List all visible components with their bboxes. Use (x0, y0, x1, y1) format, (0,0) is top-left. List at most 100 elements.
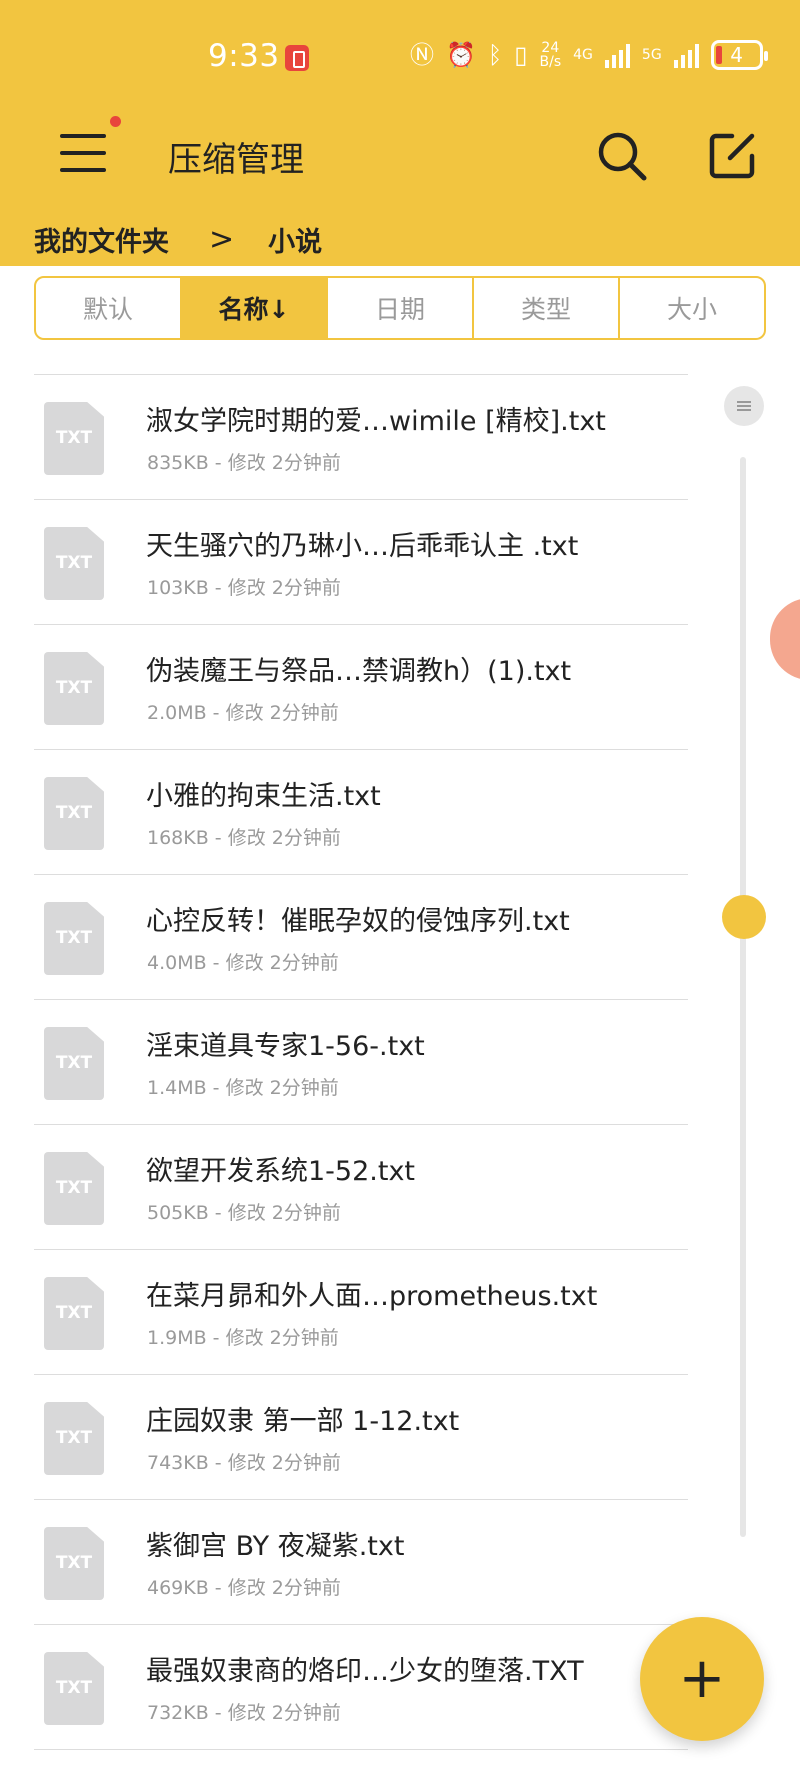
file-name: 天生骚穴的乃琳小…后乖乖认主 .txt (146, 531, 579, 562)
app-header: 9:33 Ⓝ ⏰ ᛒ ▯ 24 B/s 4G 5G 4 压缩管理 我的文件夹 >… (0, 0, 800, 266)
txt-file-icon: TXT (44, 1277, 104, 1350)
file-type-label: TXT (55, 928, 93, 948)
edit-icon (709, 133, 755, 179)
list-item[interactable]: TXT 小雅的拘束生活.txt 168KB - 修改 2分钟前 (34, 750, 688, 875)
file-meta: 469KB - 修改 2分钟前 (147, 1577, 341, 1599)
plus-icon: + (678, 1646, 726, 1711)
list-item[interactable]: TXT 欲望开发系统1-52.txt 505KB - 修改 2分钟前 (34, 1125, 688, 1250)
sort-tab-type[interactable]: 类型 (474, 278, 620, 338)
file-type-label: TXT (55, 803, 93, 823)
lines-icon (737, 405, 751, 407)
vibrate-icon: ▯ (514, 41, 528, 69)
battery-icon: 4 (710, 40, 768, 70)
file-list: TXT 淑女学院时期的爱…wimile [精校].txt 835KB - 修改 … (34, 374, 688, 1750)
file-name: 淫束道具专家1-56-.txt (146, 1031, 425, 1062)
list-item[interactable]: TXT 淫束道具专家1-56-.txt 1.4MB - 修改 2分钟前 (34, 1000, 688, 1125)
status-icons: Ⓝ ⏰ ᛒ ▯ 24 B/s 4G 5G 4 (410, 40, 768, 70)
list-item[interactable]: TXT 心控反转！催眠孕奴的侵蚀序列.txt 4.0MB - 修改 2分钟前 (34, 875, 688, 1000)
file-name: 在菜月昴和外人面…prometheus.txt (146, 1281, 598, 1312)
file-name: 伪装魔王与祭品…禁调教h）(1).txt (146, 656, 572, 687)
list-item[interactable]: TXT 在菜月昴和外人面…prometheus.txt 1.9MB - 修改 2… (34, 1250, 688, 1375)
menu-icon-bar (60, 151, 106, 155)
list-item[interactable]: TXT 紫御宫 BY 夜凝紫.txt 469KB - 修改 2分钟前 (34, 1500, 688, 1625)
sort-tab-date[interactable]: 日期 (328, 278, 474, 338)
search-button[interactable] (594, 128, 650, 184)
sort-bar: 默认 名称↓ 日期 类型 大小 (34, 276, 766, 340)
file-meta: 103KB - 修改 2分钟前 (147, 577, 341, 599)
file-meta: 743KB - 修改 2分钟前 (147, 1452, 341, 1474)
scrollbar-track[interactable] (740, 457, 746, 1537)
file-type-label: TXT (55, 1303, 93, 1323)
file-meta: 1.4MB - 修改 2分钟前 (147, 1077, 339, 1099)
menu-icon-bar (60, 134, 106, 138)
file-name: 最强奴隶商的烙印…少女的堕落.TXT (146, 1656, 584, 1687)
sort-tab-size[interactable]: 大小 (620, 278, 764, 338)
list-item[interactable]: TXT 伪装魔王与祭品…禁调教h）(1).txt 2.0MB - 修改 2分钟前 (34, 625, 688, 750)
status-bar: 9:33 Ⓝ ⏰ ᛒ ▯ 24 B/s 4G 5G 4 (0, 0, 800, 116)
file-type-label: TXT (55, 678, 93, 698)
file-meta: 168KB - 修改 2分钟前 (147, 827, 341, 849)
txt-file-icon: TXT (44, 402, 104, 475)
add-button[interactable]: + (640, 1617, 764, 1741)
txt-file-icon: TXT (44, 1027, 104, 1100)
signal-icon (604, 42, 630, 68)
file-type-label: TXT (55, 1553, 93, 1573)
file-type-label: TXT (55, 1178, 93, 1198)
file-name: 紫御宫 BY 夜凝紫.txt (146, 1531, 405, 1562)
txt-file-icon: TXT (44, 1527, 104, 1600)
floating-edge-bubble[interactable] (770, 598, 800, 680)
status-time: 9:33 (208, 38, 280, 74)
search-icon (598, 132, 647, 181)
file-type-label: TXT (55, 1053, 93, 1073)
breadcrumb-current[interactable]: 小说 (268, 220, 322, 259)
file-type-label: TXT (55, 553, 93, 573)
list-item[interactable]: TXT 天生骚穴的乃琳小…后乖乖认主 .txt 103KB - 修改 2分钟前 (34, 500, 688, 625)
menu-button[interactable] (60, 134, 106, 174)
file-type-label: TXT (55, 1428, 93, 1448)
breadcrumb: 我的文件夹 > 小说 (34, 220, 322, 259)
file-meta: 1.9MB - 修改 2分钟前 (147, 1327, 339, 1349)
txt-file-icon: TXT (44, 902, 104, 975)
signal-icon-2 (673, 42, 699, 68)
bluetooth-icon: ᛒ (487, 41, 503, 69)
menu-icon-bar (60, 168, 106, 172)
chevron-right-icon: > (209, 222, 235, 257)
alarm-icon: ⏰ (446, 41, 476, 69)
file-meta: 505KB - 修改 2分钟前 (147, 1202, 341, 1224)
txt-file-icon: TXT (44, 652, 104, 725)
file-name: 欲望开发系统1-52.txt (146, 1156, 416, 1187)
scrollbar-thumb[interactable] (722, 895, 766, 939)
net-speed-unit: B/s (539, 54, 562, 70)
list-item[interactable]: TXT 淑女学院时期的爱…wimile [精校].txt 835KB - 修改 … (34, 375, 688, 500)
nfc-icon: Ⓝ (410, 41, 434, 69)
txt-file-icon: TXT (44, 1652, 104, 1725)
sort-tab-name[interactable]: 名称↓ (182, 278, 328, 338)
txt-file-icon: TXT (44, 1402, 104, 1475)
file-name: 庄园奴隶 第一部 1-12.txt (146, 1406, 460, 1437)
page-title: 压缩管理 (168, 140, 304, 180)
file-name: 心控反转！催眠孕奴的侵蚀序列.txt (146, 906, 570, 937)
net-4g-label: 4G (573, 47, 593, 63)
file-type-label: TXT (55, 1678, 93, 1698)
list-item[interactable]: TXT 庄园奴隶 第一部 1-12.txt 743KB - 修改 2分钟前 (34, 1375, 688, 1500)
file-meta: 4.0MB - 修改 2分钟前 (147, 952, 339, 974)
txt-file-icon: TXT (44, 777, 104, 850)
list-item[interactable]: TXT 最强奴隶商的烙印…少女的堕落.TXT 732KB - 修改 2分钟前 (34, 1625, 688, 1750)
txt-file-icon: TXT (44, 1152, 104, 1225)
net-speed: 24 B/s (540, 41, 562, 69)
file-meta: 732KB - 修改 2分钟前 (147, 1702, 341, 1724)
breadcrumb-root[interactable]: 我的文件夹 (34, 220, 169, 259)
menu-badge-dot (110, 116, 121, 127)
txt-file-icon: TXT (44, 527, 104, 600)
file-type-label: TXT (55, 428, 93, 448)
file-meta: 835KB - 修改 2分钟前 (147, 452, 341, 474)
net-5g-label: 5G (641, 47, 662, 63)
file-name: 淑女学院时期的爱…wimile [精校].txt (146, 406, 606, 437)
file-name: 小雅的拘束生活.txt (146, 781, 381, 812)
scroll-to-top-button[interactable] (724, 386, 764, 426)
battery-level: 4 (730, 43, 744, 67)
notification-icon (285, 45, 309, 71)
file-meta: 2.0MB - 修改 2分钟前 (147, 702, 339, 724)
sort-tab-default[interactable]: 默认 (36, 278, 182, 338)
edit-button[interactable] (706, 130, 758, 182)
